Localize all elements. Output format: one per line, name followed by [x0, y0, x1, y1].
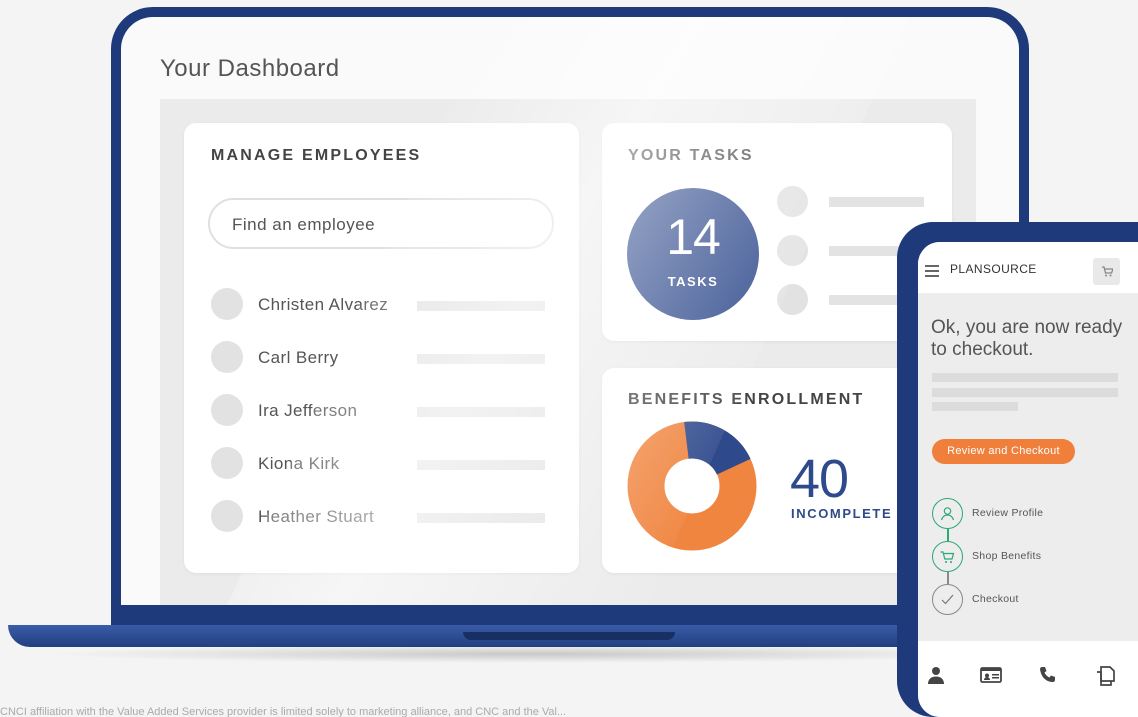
- card-title: YOUR TASKS: [628, 147, 754, 164]
- disclaimer-text: CNCI affiliation with the Value Added Se…: [0, 706, 567, 717]
- step-checkout[interactable]: Checkout: [932, 584, 1132, 616]
- placeholder-bar: [417, 460, 545, 470]
- brand-logo: PLANSOURCE: [950, 262, 1037, 276]
- tasks-count: 14: [666, 209, 721, 265]
- step-label: Checkout: [972, 593, 1019, 605]
- employee-name: Heather Stuart: [258, 507, 375, 526]
- step-label: Shop Benefits: [972, 550, 1042, 562]
- placeholder-bar: [829, 197, 924, 207]
- employee-row[interactable]: Kiona Kirk: [211, 447, 551, 481]
- laptop-notch: [463, 632, 675, 640]
- placeholder-bar: [417, 513, 545, 523]
- card-title: MANAGE EMPLOYEES: [211, 147, 422, 164]
- checkout-heading: Ok, you are now ready to checkout.: [931, 317, 1123, 360]
- search-placeholder: Find an employee: [232, 215, 376, 234]
- step-connector: [947, 529, 949, 541]
- employee-name: Carl Berry: [258, 348, 339, 367]
- check-icon: [932, 584, 963, 615]
- placeholder-line: [932, 402, 1018, 411]
- dashboard-area: MANAGE EMPLOYEES Find an employee Christ…: [160, 99, 976, 605]
- step-connector: [947, 572, 949, 584]
- employee-name: Kiona Kirk: [258, 454, 340, 473]
- user-icon: [932, 498, 963, 529]
- placeholder-line: [932, 373, 1118, 382]
- phone-screen: PLANSOURCE Ok, you are now ready to chec…: [918, 242, 1138, 717]
- manage-employees-card: MANAGE EMPLOYEES Find an employee Christ…: [184, 123, 579, 573]
- step-shop-benefits[interactable]: Shop Benefits: [932, 541, 1132, 573]
- avatar: [211, 288, 243, 320]
- employee-row[interactable]: Carl Berry: [211, 341, 551, 375]
- documents-icon[interactable]: [1094, 665, 1116, 687]
- avatar: [211, 394, 243, 426]
- employee-row[interactable]: Christen Alvarez: [211, 288, 551, 322]
- task-item: [777, 186, 937, 218]
- employee-name: Christen Alvarez: [258, 295, 389, 314]
- step-label: Review Profile: [972, 507, 1044, 519]
- employee-search-input[interactable]: Find an employee: [208, 198, 554, 249]
- id-card-icon[interactable]: [980, 665, 1002, 687]
- placeholder-bar: [417, 407, 545, 417]
- phone-footer-nav: [918, 640, 1138, 717]
- placeholder-line: [932, 388, 1118, 397]
- tasks-label: TASKS: [667, 274, 719, 289]
- laptop-screen: Your Dashboard MANAGE EMPLOYEES Find an …: [121, 17, 1019, 605]
- avatar: [211, 447, 243, 479]
- laptop-shadow: [40, 645, 1020, 663]
- task-dot: [777, 284, 808, 315]
- employee-name: Ira Jefferson: [258, 401, 358, 420]
- card-title: BENEFITS ENROLLMENT: [628, 391, 865, 408]
- cart-icon[interactable]: [1093, 258, 1120, 285]
- incomplete-label: INCOMPLETE: [791, 506, 893, 521]
- employee-row[interactable]: Heather Stuart: [211, 500, 551, 534]
- phone-body: Ok, you are now ready to checkout. Revie…: [918, 294, 1138, 640]
- employee-row[interactable]: Ira Jefferson: [211, 394, 551, 428]
- phone-header: PLANSOURCE: [918, 242, 1138, 294]
- phone-icon[interactable]: [1038, 665, 1060, 687]
- person-icon[interactable]: [926, 665, 948, 687]
- enrollment-donut-chart: [627, 421, 757, 551]
- cart-icon: [932, 541, 963, 572]
- tasks-count-circle: 14 TASKS: [627, 188, 759, 320]
- avatar: [211, 500, 243, 532]
- placeholder-bar: [417, 301, 545, 311]
- page-title: Your Dashboard: [160, 55, 340, 82]
- review-checkout-button[interactable]: Review and Checkout: [932, 439, 1075, 464]
- incomplete-count: 40: [790, 449, 849, 509]
- task-dot: [777, 235, 808, 266]
- step-review-profile[interactable]: Review Profile: [932, 498, 1132, 530]
- avatar: [211, 341, 243, 373]
- placeholder-bar: [417, 354, 545, 364]
- menu-icon[interactable]: [925, 265, 939, 277]
- task-dot: [777, 186, 808, 217]
